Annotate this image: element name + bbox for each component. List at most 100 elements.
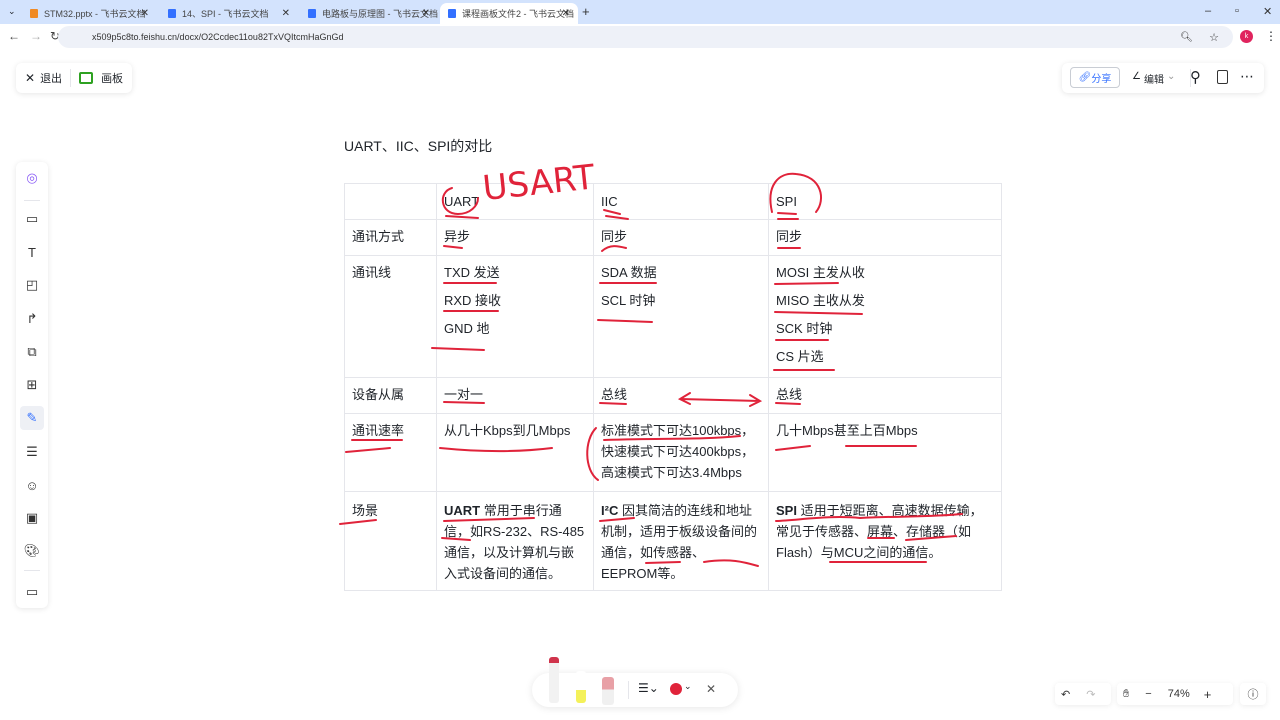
edit-button[interactable]: ∠ 编辑 ⌄ xyxy=(1132,71,1175,86)
bold-term: SPI xyxy=(776,503,797,518)
browser-tab[interactable]: 电路板与原理图 - 飞书云文档 ✕ xyxy=(300,3,438,24)
tab-title: 课程画板文件2 - 飞书云文档 xyxy=(462,9,575,19)
left-toolbar: ◎ ▭ T ◰ ↱ ⧉ ⊞ ✎ ☰ ☺ ▣ 🎨︎ ▭ xyxy=(16,162,48,608)
browser-tab[interactable]: STM32.pptx - 飞书云文档 ✕ xyxy=(22,3,157,24)
new-tab-button[interactable]: + xyxy=(582,4,590,19)
close-icon: ✕ xyxy=(25,71,36,85)
pen-icon[interactable]: ✎ xyxy=(20,406,44,430)
row-label: 通讯速率 xyxy=(344,413,437,492)
color-picker[interactable] xyxy=(670,683,682,695)
hand-icon[interactable]: ✋︎ xyxy=(1123,688,1129,701)
help-icon: ⓘ xyxy=(1247,689,1259,701)
board-icon xyxy=(79,72,94,84)
zoom-icon[interactable]: 🔍︎ xyxy=(1180,32,1193,43)
table-row: 通讯线 TXD 发送 RXD 接收 GND 地 SDA 数据 SCL 时钟 MOSI … xyxy=(344,255,1002,378)
stroke-width-icon[interactable]: ☰⌄ xyxy=(638,681,659,695)
cell-line: CS 片选 xyxy=(776,349,824,364)
share-button[interactable]: 🔗︎ 分享 xyxy=(1070,67,1120,88)
search-icon[interactable]: ⚲ xyxy=(1190,68,1201,86)
table-row: 通讯速率 从几十Kbps到几Mbps 标准模式下可达100kbps， 快速模式下可… xyxy=(344,413,1002,492)
exit-button[interactable]: 退出 xyxy=(40,70,62,86)
marker-pen-icon[interactable] xyxy=(549,657,559,703)
help-button[interactable]: ⓘ xyxy=(1240,683,1266,705)
table-row-scene: 场景 UART 常用于串行通信，如RS-232、RS-485通信，以及计算机与嵌… xyxy=(344,491,1002,591)
connector-icon[interactable]: ↱ xyxy=(20,307,44,331)
eraser-icon[interactable] xyxy=(602,677,614,705)
bold-term: UART xyxy=(444,503,481,518)
cell-text: 因其简洁的连线和地址机制，适用于板级设备间的通信，如传感器、EEPROM等。 xyxy=(601,503,758,581)
cell-line: GND 地 xyxy=(444,321,490,336)
chevron-down-icon: ⌄ xyxy=(684,681,692,691)
back-icon[interactable]: ← xyxy=(8,29,20,43)
table-header-row: UART IIC SPI xyxy=(344,183,1002,220)
table-row: 设备从属 一对一 总线 总线 xyxy=(344,377,1002,414)
close-icon[interactable]: ✕ xyxy=(562,8,570,19)
close-window-button[interactable]: ✕ xyxy=(1263,5,1272,18)
table-cell: 异步 xyxy=(436,219,594,256)
close-icon[interactable]: ✕ xyxy=(141,8,149,19)
image-icon[interactable]: ▣ xyxy=(20,506,44,530)
forward-icon[interactable]: → xyxy=(30,29,42,43)
row-label: 通讯线 xyxy=(344,255,437,378)
minimize-button[interactable]: – xyxy=(1205,5,1211,17)
tab-title: STM32.pptx - 飞书云文档 xyxy=(44,9,146,19)
close-icon[interactable]: ✕ xyxy=(706,682,716,696)
zoom-out-button[interactable]: − xyxy=(1145,688,1151,700)
cell-text: 适用于短距离、高速数据传输，常见于传感器、屏幕、存储器（如Flash）与MCU之… xyxy=(776,503,983,560)
shapes-icon[interactable]: ◎ xyxy=(20,166,44,190)
header-cell-uart: UART xyxy=(436,183,594,220)
table-cell: I²C 因其简洁的连线和地址机制，适用于板级设备间的通信，如传感器、EEPROM… xyxy=(593,491,769,591)
doc-info-icon[interactable] xyxy=(1217,70,1228,84)
board-top-left-toolbar: ✕ 退出 画板 xyxy=(16,63,132,93)
table-row: 通讯方式 异步 同步 同步 xyxy=(344,219,1002,256)
table-cell: UART 常用于串行通信，如RS-232、RS-485通信，以及计算机与嵌入式设… xyxy=(436,491,594,591)
cell-line: RXD 接收 xyxy=(444,293,502,308)
undo-redo-group: ↶ ↷ xyxy=(1055,683,1111,705)
header-cell-spi: SPI xyxy=(768,183,1002,220)
star-icon[interactable]: ☆ xyxy=(1209,31,1219,44)
header-cell xyxy=(344,183,437,220)
comment-icon[interactable]: ▭ xyxy=(20,580,44,604)
highlighter-icon[interactable] xyxy=(576,671,586,703)
cell-line: MISO 主收从发 xyxy=(776,293,865,308)
cell-line: MOSI 主发从收 xyxy=(776,265,865,280)
palette-icon[interactable]: 🎨︎ xyxy=(20,539,44,563)
browser-menu-icon[interactable]: ⋮ xyxy=(1265,29,1277,43)
more-icon[interactable]: ⋯ xyxy=(1240,68,1254,85)
sticky-note-icon[interactable]: ◰ xyxy=(20,273,44,297)
table-cell: TXD 发送 RXD 接收 GND 地 xyxy=(436,255,594,378)
profile-avatar[interactable]: k xyxy=(1240,30,1253,43)
cell-line: TXD 发送 xyxy=(444,265,500,280)
zoom-in-button[interactable]: + xyxy=(1204,687,1212,702)
frame-icon[interactable]: ⧉ xyxy=(20,340,44,364)
rectangle-icon[interactable]: ▭ xyxy=(20,207,44,231)
table-cell: MOSI 主发从收 MISO 主收从发 SCK 时钟 CS 片选 xyxy=(768,255,1002,378)
mindmap-icon[interactable]: ☰ xyxy=(20,440,44,464)
emoji-icon[interactable]: ☺ xyxy=(20,473,44,497)
restore-button[interactable]: ▫ xyxy=(1235,5,1239,17)
close-icon[interactable]: ✕ xyxy=(282,8,290,19)
cell-line: SCL 时钟 xyxy=(601,293,656,308)
cell-line: 标准模式下可达100kbps， xyxy=(601,423,755,438)
browser-tab-bar: ⌄ STM32.pptx - 飞书云文档 ✕ 14、SPI - 飞书云文档 ✕ 电路… xyxy=(0,0,1280,24)
url-input[interactable]: x509p5c8to.feishu.cn/docx/O2Ccdec11ou82T… xyxy=(58,26,1233,48)
browser-tab[interactable]: 14、SPI - 飞书云文档 ✕ xyxy=(160,3,298,24)
pen-toolbar: ☰⌄ ⌄ ✕ xyxy=(532,657,738,707)
redo-icon[interactable]: ↷ xyxy=(1086,688,1095,701)
address-bar-row: ← → ↻ x509p5c8to.feishu.cn/docx/O2Ccdec1… xyxy=(0,24,1280,50)
browser-tab-active[interactable]: 课程画板文件2 - 飞书云文档 ✕ xyxy=(440,3,578,24)
table-icon[interactable]: ⊞ xyxy=(20,373,44,397)
page-title: UART、IIC、SPI的对比 xyxy=(344,138,493,154)
cell-line: 高速模式下可达3.4Mbps xyxy=(601,465,742,480)
undo-icon[interactable]: ↶ xyxy=(1061,688,1070,701)
table-cell: 从几十Kbps到几Mbps xyxy=(436,413,594,492)
table-cell: 一对一 xyxy=(436,377,594,414)
tab-title: 电路板与原理图 - 飞书云文档 xyxy=(322,9,438,19)
tab-list-icon[interactable]: ⌄ xyxy=(8,6,16,17)
comparison-table: UART IIC SPI 通讯方式 异步 同步 同步 通讯线 TXD 发送 RXD… xyxy=(344,183,1002,591)
tab-title: 14、SPI - 飞书云文档 xyxy=(182,9,269,19)
text-icon[interactable]: T xyxy=(20,240,44,264)
close-icon[interactable]: ✕ xyxy=(422,8,430,19)
doc-icon xyxy=(168,9,176,18)
zoom-level[interactable]: 74% xyxy=(1168,688,1190,700)
